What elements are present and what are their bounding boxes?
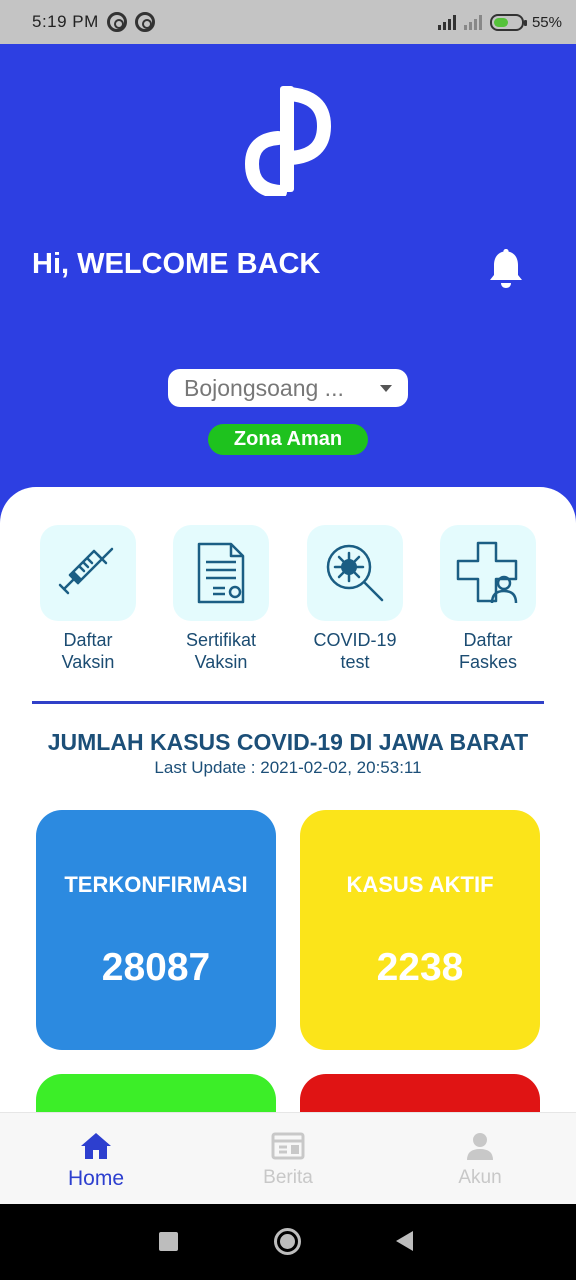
menu-sertifikat-vaksin[interactable]: Sertifikat Vaksin [151, 525, 291, 673]
stat-card-terkonfirmasi[interactable]: TERKONFIRMASI 28087 [36, 810, 276, 1050]
last-update-text: Last Update : 2021-02-02, 20:53:11 [154, 758, 422, 777]
menu-daftar-vaksin[interactable]: Daftar Vaksin [18, 525, 158, 673]
app-logo-icon [244, 86, 332, 196]
nav-label: Akun [458, 1167, 502, 1188]
status-bar: 5:19 PM 55% [0, 0, 576, 44]
system-nav-bar [0, 1204, 576, 1280]
back-icon[interactable] [396, 1231, 413, 1251]
news-icon [271, 1132, 305, 1160]
menu-covid-test[interactable]: COVID-19 test [285, 525, 425, 673]
nav-label: Berita [263, 1167, 313, 1188]
location-value: Bojongsoang ... [184, 374, 344, 401]
menu-label: Daftar Faskes [458, 630, 518, 672]
menu-label: COVID-19 test [313, 630, 397, 672]
header-banner: Hi, WELCOME BACK Bojongsoang ... Zona Am… [0, 44, 576, 524]
nav-berita[interactable]: Berita [218, 1131, 358, 1189]
battery-icon [489, 13, 527, 31]
stat-label: TERKONFIRMASI [64, 872, 248, 897]
signal-4g-icon [463, 14, 482, 30]
home-icon [81, 1133, 111, 1159]
user-icon [467, 1133, 493, 1160]
stat-label: KASUS AKTIF [346, 872, 494, 897]
bottom-navigation: Home Berita Akun [0, 1112, 576, 1204]
bell-icon[interactable] [486, 246, 526, 290]
nav-akun[interactable]: Akun [410, 1131, 550, 1189]
divider [32, 701, 544, 704]
location-dropdown[interactable]: Bojongsoang ... [168, 369, 408, 407]
recent-apps-icon[interactable] [159, 1232, 178, 1251]
stat-value: 2238 [376, 946, 464, 989]
signal-icon [437, 14, 456, 30]
welcome-heading: Hi, WELCOME BACK [32, 248, 321, 280]
notification-icon [106, 12, 127, 32]
virus-search-icon [326, 544, 384, 602]
zone-status-badge: Zona Aman [208, 424, 368, 455]
menu-label: Sertifikat Vaksin [185, 630, 257, 672]
nav-label: Home [67, 1167, 125, 1190]
covid-section-title: JUMLAH KASUS COVID-19 DI JAWA BARAT [47, 729, 529, 755]
status-time: 5:19 PM [32, 12, 99, 31]
notification-icon [134, 12, 155, 32]
stat-value: 28087 [101, 946, 211, 989]
certificate-icon [197, 542, 245, 604]
menu-label: Daftar Vaksin [61, 630, 115, 672]
home-circle-icon[interactable] [274, 1228, 301, 1255]
chevron-down-icon [380, 384, 392, 392]
hospital-cross-icon [456, 541, 518, 604]
nav-home[interactable]: Home [26, 1131, 166, 1191]
battery-percent: 55% [531, 13, 562, 31]
menu-daftar-faskes[interactable]: Daftar Faskes [418, 525, 558, 673]
syringe-icon [58, 547, 114, 595]
content-card: Daftar Vaksin Sertifikat Vaksin COVID-19… [0, 487, 576, 1207]
stat-card-kasus-aktif[interactable]: KASUS AKTIF 2238 [300, 810, 540, 1050]
